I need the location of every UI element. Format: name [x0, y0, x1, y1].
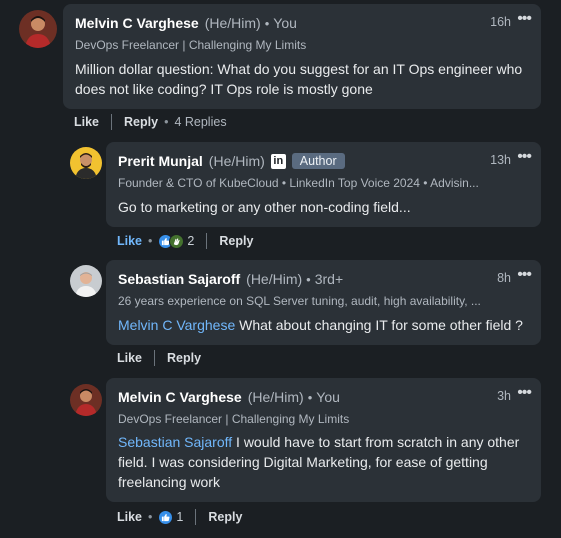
linkedin-premium-icon: in: [270, 153, 286, 169]
divider: [154, 350, 156, 366]
ellipsis-icon[interactable]: •••: [517, 10, 532, 28]
comment-text: Melvin C Varghese What about changing IT…: [118, 315, 528, 335]
comment-actions: Like Reply: [117, 350, 201, 366]
replies-count-link[interactable]: 4 Replies: [174, 115, 226, 129]
author-name[interactable]: Melvin C Varghese: [118, 389, 242, 405]
reply-bubble: Prerit Munjal (He/Him) in Author Founder…: [106, 142, 541, 227]
divider: [195, 509, 197, 525]
author-pronouns: (He/Him): [208, 153, 265, 169]
separator-dot: •: [148, 234, 153, 248]
avatar[interactable]: [70, 384, 102, 416]
comment-actions: Like Reply • 4 Replies: [74, 114, 227, 130]
avatar[interactable]: [70, 147, 102, 179]
connection-degree: 3rd+: [314, 271, 344, 287]
comment-timestamp: 8h: [497, 271, 511, 285]
reply-button[interactable]: Reply: [124, 115, 158, 129]
comment-author-line: Melvin C Varghese (He/Him) • You: [75, 15, 297, 31]
comment-actions: Like • 1 Reply: [117, 508, 242, 526]
author-headline: 26 years experience on SQL Server tuning…: [118, 294, 481, 308]
reply-button[interactable]: Reply: [167, 351, 201, 365]
divider: [206, 233, 208, 249]
separator-dot: •: [306, 271, 311, 287]
avatar[interactable]: [19, 10, 57, 48]
author-headline: Founder & CTO of KubeCloud • LinkedIn To…: [118, 176, 479, 190]
separator-dot: •: [307, 389, 313, 405]
comment-text-body: What about changing IT for some other fi…: [235, 317, 523, 333]
author-pronouns: (He/Him): [247, 389, 304, 405]
like-button[interactable]: Like: [74, 115, 99, 129]
clapping-hands-icon: [169, 233, 185, 249]
comment-timestamp: 3h: [497, 389, 511, 403]
reaction-count[interactable]: 1: [176, 510, 183, 524]
author-name[interactable]: Melvin C Varghese: [75, 15, 199, 31]
avatar[interactable]: [70, 265, 102, 297]
author-headline: DevOps Freelancer | Challenging My Limit…: [75, 38, 307, 52]
comment-author-line: Prerit Munjal (He/Him) in Author: [118, 153, 345, 169]
separator-dot: •: [264, 15, 270, 31]
comment-author-line: Melvin C Varghese (He/Him) • You: [118, 389, 340, 405]
reply-button[interactable]: Reply: [208, 510, 242, 524]
comment-author-line: Sebastian Sajaroff (He/Him) • 3rd+: [118, 271, 343, 287]
reactions-summary[interactable]: [158, 233, 185, 249]
ellipsis-icon[interactable]: •••: [517, 148, 532, 166]
connection-degree: You: [273, 15, 297, 31]
reaction-count[interactable]: 2: [187, 234, 194, 248]
like-button[interactable]: Like: [117, 351, 142, 365]
author-headline: DevOps Freelancer | Challenging My Limit…: [118, 412, 350, 426]
mention-link[interactable]: Melvin C Varghese: [118, 317, 235, 333]
reply-button[interactable]: Reply: [219, 234, 253, 248]
author-name[interactable]: Sebastian Sajaroff: [118, 271, 240, 287]
author-name[interactable]: Prerit Munjal: [118, 153, 203, 169]
connection-degree: You: [316, 389, 340, 405]
separator-dot: •: [148, 510, 153, 524]
reply-bubble: Sebastian Sajaroff (He/Him) • 3rd+ 26 ye…: [106, 260, 541, 345]
mention-link[interactable]: Sebastian Sajaroff: [118, 434, 232, 450]
comment-text: Million dollar question: What do you sug…: [75, 61, 523, 97]
comment-timestamp: 13h: [490, 153, 511, 167]
thumbs-up-icon: [158, 509, 174, 525]
separator-dot: •: [164, 115, 169, 129]
comment-timestamp: 16h: [490, 15, 511, 29]
reply-bubble: Melvin C Varghese (He/Him) • You DevOps …: [106, 378, 541, 502]
ellipsis-icon[interactable]: •••: [517, 384, 532, 402]
comment-text: Sebastian Sajaroff I would have to start…: [118, 432, 528, 492]
divider: [111, 114, 113, 130]
comment-actions: Like • 2 Reply: [117, 232, 253, 250]
comment-bubble: Melvin C Varghese (He/Him) • You DevOps …: [63, 4, 541, 109]
author-pronouns: (He/Him): [246, 271, 303, 287]
comment-text: Go to marketing or any other non-coding …: [118, 199, 411, 215]
like-button[interactable]: Like: [117, 234, 142, 248]
like-button[interactable]: Like: [117, 510, 142, 524]
author-badge: Author: [291, 153, 345, 169]
author-pronouns: (He/Him): [204, 15, 261, 31]
reactions-summary[interactable]: [158, 509, 174, 525]
ellipsis-icon[interactable]: •••: [517, 266, 532, 284]
